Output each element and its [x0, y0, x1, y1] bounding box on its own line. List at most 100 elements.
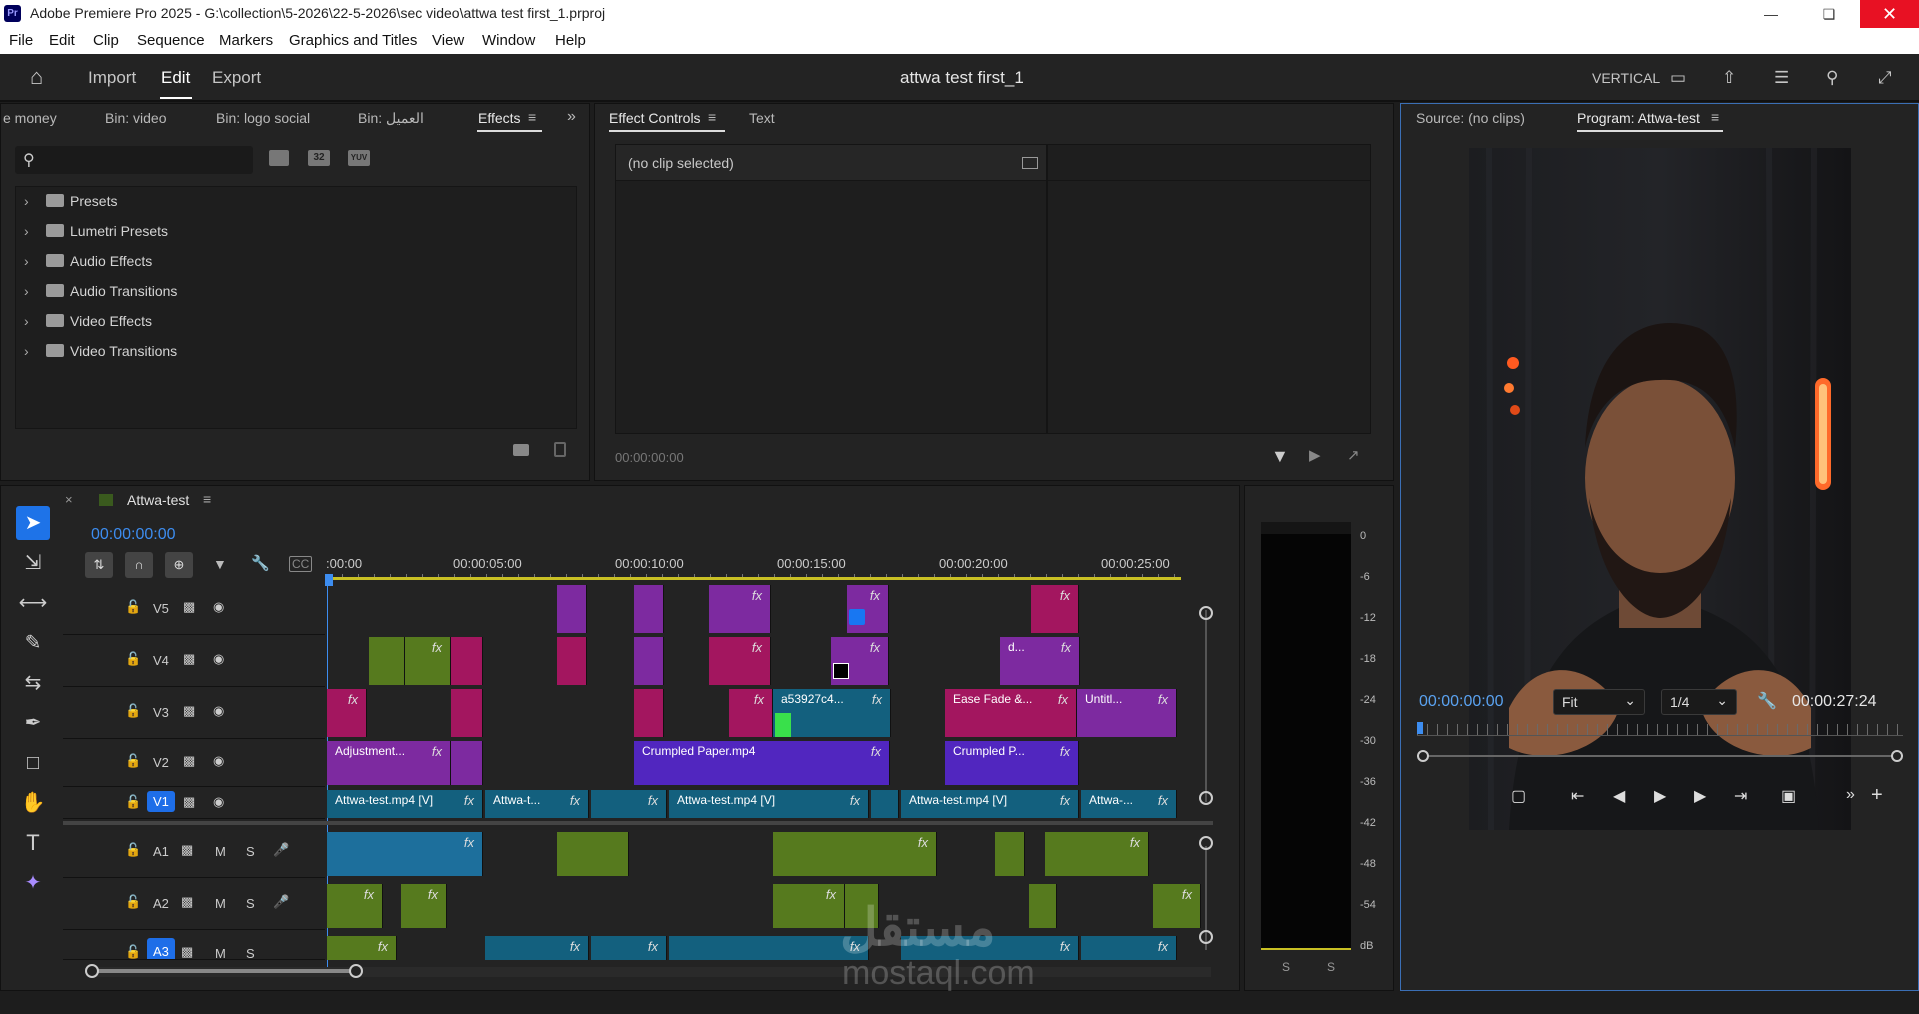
play-audio-icon[interactable]: ▶ — [1309, 446, 1321, 464]
zoom-handle-left[interactable] — [1417, 750, 1429, 762]
tab-bin-client[interactable]: Bin: العميل — [358, 110, 424, 127]
track-label[interactable]: V2 — [153, 755, 169, 770]
new-folder-icon[interactable] — [513, 444, 529, 456]
clip[interactable] — [871, 790, 899, 818]
clip[interactable]: fx — [405, 637, 451, 685]
tab-effects[interactable]: Effects — [478, 110, 521, 126]
panel-menu-icon[interactable]: ≡ — [203, 491, 211, 507]
home-icon[interactable]: ⌂ — [30, 64, 43, 90]
microphone-icon[interactable]: 🎤 — [273, 842, 289, 858]
audio-clip[interactable] — [1029, 884, 1057, 928]
yuv-effects-icon[interactable]: YUV — [348, 150, 370, 166]
video-scrollbar[interactable] — [1205, 610, 1207, 802]
scroll-handle[interactable] — [1199, 791, 1213, 805]
clip[interactable]: fx — [1031, 585, 1079, 633]
solo-left-button[interactable]: S — [1282, 960, 1290, 974]
menu-markers[interactable]: Markers — [219, 32, 273, 49]
solo-right-button[interactable]: S — [1327, 960, 1335, 974]
audio-clip[interactable]: fx — [1153, 884, 1201, 928]
scroll-handle[interactable] — [85, 964, 99, 978]
clip[interactable]: Adjustment... fx — [327, 741, 451, 785]
sync-lock-icon[interactable]: ▩ — [181, 894, 193, 910]
tab-source[interactable]: Source: (no clips) — [1416, 110, 1525, 126]
more-controls-icon[interactable]: » — [1846, 786, 1855, 804]
tab-program[interactable]: Program: Attwa-test — [1577, 110, 1700, 126]
zoom-bar[interactable] — [1417, 755, 1903, 757]
lock-icon[interactable]: 🔓 — [125, 944, 141, 959]
solo-button[interactable]: S — [246, 946, 255, 959]
clip[interactable] — [557, 637, 587, 685]
clip[interactable]: a53927c4... fx — [773, 689, 891, 737]
clip[interactable]: Crumpled Paper.mp4 fx — [634, 741, 890, 785]
lock-icon[interactable]: 🔓 — [125, 894, 141, 910]
menu-file[interactable]: File — [9, 32, 33, 49]
sync-lock-icon[interactable]: ▩ — [183, 794, 195, 810]
lock-icon[interactable]: 🔓 — [125, 753, 141, 769]
rectangle-tool-icon[interactable]: □ — [16, 746, 50, 780]
lock-icon[interactable]: 🔓 — [125, 842, 141, 858]
work-area-bar[interactable] — [326, 577, 1181, 580]
tree-item-audio-effects[interactable]: › Audio Effects — [24, 253, 152, 277]
clip[interactable] — [369, 637, 405, 685]
zoom-handle-right[interactable] — [1891, 750, 1903, 762]
snap-icon[interactable]: ∩ — [125, 552, 153, 578]
timeline-timecode[interactable]: 00:00:00:00 — [91, 526, 176, 544]
clip[interactable]: d... fx — [1000, 637, 1080, 685]
clip[interactable] — [451, 689, 483, 737]
clip[interactable] — [557, 585, 587, 633]
lock-icon[interactable]: 🔓 — [125, 599, 141, 615]
eye-icon[interactable]: ◉ — [213, 599, 224, 615]
eye-icon[interactable]: ◉ — [213, 794, 224, 810]
go-to-out-icon[interactable]: ⇥ — [1734, 786, 1747, 806]
track-label-v1-target[interactable]: V1 — [147, 791, 175, 812]
menu-sequence[interactable]: Sequence — [137, 32, 205, 49]
audio-clip[interactable]: fx — [1045, 832, 1149, 876]
clip[interactable]: Attwa-test.mp4 [V] fx — [901, 790, 1079, 818]
search-input[interactable]: ⚲ — [15, 146, 253, 174]
sync-lock-icon[interactable]: ▩ — [183, 599, 195, 615]
audio-clip[interactable]: fx — [327, 832, 483, 876]
step-back-icon[interactable]: ◀ — [1613, 786, 1625, 806]
hand-tool-icon[interactable]: ✋ — [16, 786, 50, 820]
accelerated-effects-icon[interactable] — [269, 150, 289, 166]
mute-button[interactable]: M — [215, 844, 226, 859]
clip[interactable]: Crumpled P... fx — [945, 741, 1079, 785]
menu-window[interactable]: Window — [482, 32, 535, 49]
clip[interactable]: fx — [831, 637, 889, 685]
video-audio-divider[interactable] — [63, 821, 1213, 825]
clip[interactable]: fx — [591, 790, 667, 818]
clip[interactable]: fx — [327, 689, 367, 737]
clip[interactable]: Attwa-... fx — [1081, 790, 1177, 818]
timeline-settings-icon[interactable]: 🔧 — [251, 554, 270, 572]
auto-reframe-icon[interactable]: ✦ — [16, 866, 50, 900]
go-to-in-icon[interactable]: ⇤ — [1571, 786, 1584, 806]
menu-edit[interactable]: Edit — [49, 32, 75, 49]
audio-clip[interactable]: fx — [1081, 936, 1177, 960]
horizontal-scroll-thumb[interactable] — [91, 969, 355, 973]
track-label[interactable]: V3 — [153, 705, 169, 720]
eye-icon[interactable]: ◉ — [213, 651, 224, 667]
track-select-tool-icon[interactable]: ⇲ — [16, 546, 50, 580]
clip[interactable]: fx — [847, 585, 889, 633]
sequence-tab[interactable]: Attwa-test — [127, 492, 189, 508]
tab-text[interactable]: Text — [749, 110, 775, 126]
scroll-handle[interactable] — [1199, 606, 1213, 620]
safe-margins-icon[interactable]: ▢ — [1511, 786, 1526, 806]
razor-tool-icon[interactable]: ✎ — [16, 626, 50, 660]
pen-tool-icon[interactable]: ✒ — [16, 706, 50, 740]
tab-effect-controls[interactable]: Effect Controls — [609, 110, 701, 126]
slip-tool-icon[interactable]: ⇆ — [16, 666, 50, 700]
step-forward-icon[interactable]: ▶ — [1694, 786, 1706, 806]
fit-select[interactable]: Fit ⌄ — [1553, 689, 1645, 715]
tree-item-video-effects[interactable]: › Video Effects — [24, 313, 152, 337]
trash-icon[interactable] — [554, 442, 566, 457]
clip[interactable]: fx — [729, 689, 773, 737]
track-label-a3-target[interactable]: A3 — [147, 938, 175, 959]
time-ruler[interactable]: :00:00 00:00:05:00 00:00:10:00 00:00:15:… — [326, 556, 1186, 580]
wrench-icon[interactable]: 🔧 — [1757, 691, 1777, 711]
track-label[interactable]: V5 — [153, 601, 169, 616]
export-frame-icon[interactable]: ▣ — [1781, 786, 1796, 806]
filter-icon[interactable]: ▼ — [1271, 446, 1289, 467]
tab-edit[interactable]: Edit — [161, 68, 190, 88]
program-playhead[interactable] — [1417, 722, 1423, 734]
